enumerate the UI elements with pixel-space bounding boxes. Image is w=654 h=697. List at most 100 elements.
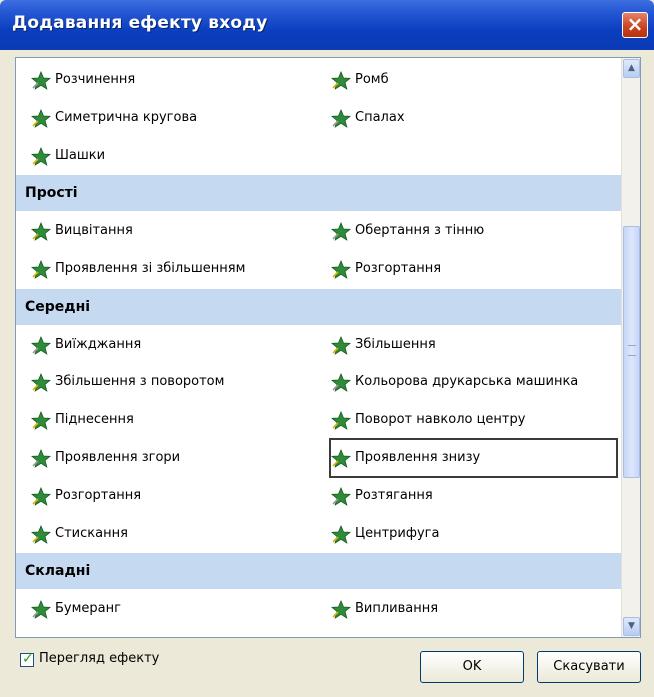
effect-star-icon: [330, 599, 352, 620]
effect-label: Центрифуга: [355, 525, 440, 541]
effect-star-icon: [330, 524, 352, 544]
effect-label: Симетрична кругова: [55, 109, 198, 125]
flash-star-icon: [330, 108, 352, 128]
effect-star-icon: [30, 448, 52, 468]
effect-label: Ромб: [355, 72, 389, 87]
list-row: Розгортання Розтягання: [16, 478, 621, 514]
effect-star-icon: [30, 524, 52, 544]
effect-item[interactable]: Ромб: [330, 62, 616, 98]
effect-label: Спалах: [355, 109, 405, 125]
effect-item[interactable]: Симетрична кругова: [30, 100, 316, 136]
split-star-icon: [30, 108, 52, 128]
effect-star-icon: [330, 221, 352, 242]
effect-label: Поворот навколо центру: [355, 412, 526, 428]
effect-label: Розчинення: [55, 72, 136, 87]
effect-item[interactable]: Проявлення зі збільшенням: [30, 251, 316, 287]
effect-star-icon: [330, 410, 352, 431]
effect-item[interactable]: Центрифуга: [330, 516, 616, 552]
effect-star-icon: [30, 335, 52, 355]
close-button[interactable]: ×: [622, 12, 648, 38]
effect-item[interactable]: Спалах: [330, 100, 616, 136]
list-row: Стискання Центрифуга: [16, 516, 621, 552]
list-row: Піднесення Поворот навколо центру: [16, 402, 621, 438]
effect-item[interactable]: Виїжджання: [30, 327, 316, 363]
effect-item[interactable]: Збільшення з поворотом: [30, 364, 316, 400]
list-row: Виїжджання Збільшення: [16, 327, 621, 363]
effect-item[interactable]: Проявлення згори: [30, 440, 316, 476]
effect-item[interactable]: Піднесення: [30, 402, 316, 438]
list-row: Розчинення Ромб: [16, 62, 621, 98]
effect-star-icon: [330, 259, 352, 279]
effect-item[interactable]: Бумеранг: [30, 591, 316, 627]
effect-label: Випливання: [355, 601, 439, 617]
category-header: Прості: [16, 175, 621, 212]
effect-label: Кольорова друкарська машинка: [355, 374, 579, 390]
effect-item[interactable]: Проявлення знизу: [329, 438, 618, 478]
preview-label[interactable]: Перегляд ефекту: [39, 651, 159, 666]
list-row: Бумеранг Випливання: [16, 591, 621, 627]
list-row: Проявлення згори Проявлення знизу: [16, 438, 621, 478]
effect-item[interactable]: Кольорова друкарська машинка: [330, 364, 616, 400]
add-entrance-effect-dialog: Додавання ефекту входу × ▲ ▼ Розчинення Р…: [0, 0, 654, 697]
list-row: Шашки: [16, 138, 621, 174]
effect-label: Розгортання: [55, 487, 142, 503]
effect-item[interactable]: Збільшення: [330, 327, 616, 363]
preview-checkbox[interactable]: ✓: [20, 651, 34, 667]
checkmark-icon: ✓: [22, 651, 34, 667]
dissolve-star-icon: [30, 70, 52, 90]
effect-item[interactable]: Розтягання: [330, 478, 616, 514]
close-icon: ×: [626, 12, 644, 36]
effect-label: Шашки: [55, 147, 106, 163]
category-header: Складні: [16, 553, 621, 590]
list-row: Вицвітання Обертання з тінню: [16, 213, 621, 249]
effect-label: Проявлення згори: [55, 450, 181, 465]
effect-label: Бумеранг: [55, 601, 121, 617]
list-row: Симетрична кругова Спалах: [16, 100, 621, 136]
diamond-star-icon: [330, 70, 352, 90]
effect-label: Проявлення зі збільшенням: [55, 261, 246, 276]
list-row: Проявлення зі збільшенням Розгортання: [16, 251, 621, 287]
ok-button[interactable]: OK: [420, 651, 524, 683]
checkerboard-star-icon: [30, 146, 52, 166]
effect-item[interactable]: Шашки: [30, 138, 316, 174]
effect-item[interactable]: Розгортання: [330, 251, 616, 287]
effects-list[interactable]: ▲ ▼ Розчинення Ромб Симетрична кругова Спал…: [15, 57, 641, 638]
effect-star-icon: [30, 259, 52, 279]
cancel-button[interactable]: Скасувати: [537, 651, 641, 683]
scroll-grip-icon: [628, 345, 636, 356]
effect-star-icon: [30, 410, 52, 431]
effect-star-icon: [30, 599, 52, 620]
effect-star-icon: [330, 372, 352, 393]
effect-item[interactable]: Розгортання: [30, 478, 316, 514]
effect-label: Розтягання: [355, 487, 433, 503]
list-row: Збільшення з поворотом Кольорова друкарсь…: [16, 364, 621, 400]
effect-star-icon: [330, 448, 352, 468]
effect-label: Розгортання: [355, 261, 442, 276]
title-bar[interactable]: Додавання ефекту входу ×: [0, 0, 654, 50]
vertical-scrollbar[interactable]: ▲ ▼: [621, 58, 640, 637]
effect-label: Виїжджання: [55, 336, 142, 352]
effect-item[interactable]: Вицвітання: [30, 213, 316, 249]
effect-star-icon: [30, 486, 52, 506]
effect-label: Стискання: [55, 525, 128, 541]
effect-item[interactable]: Випливання: [330, 591, 616, 627]
effect-star-icon: [330, 335, 352, 355]
effect-star-icon: [30, 372, 52, 393]
effect-label: Вицвітання: [55, 223, 133, 239]
scroll-down-button[interactable]: ▼: [623, 617, 640, 636]
effect-item[interactable]: Поворот навколо центру: [330, 402, 616, 438]
effect-label: Збільшення з поворотом: [55, 374, 225, 390]
effect-label: Збільшення: [355, 336, 436, 352]
effect-star-icon: [330, 486, 352, 506]
effect-star-icon: [30, 221, 52, 242]
dialog-title: Додавання ефекту входу: [12, 13, 268, 33]
effect-item[interactable]: Стискання: [30, 516, 316, 552]
effect-item[interactable]: Обертання з тінню: [330, 213, 616, 249]
category-header: Середні: [16, 288, 621, 325]
scroll-thumb[interactable]: [623, 226, 640, 478]
scroll-up-button[interactable]: ▲: [623, 59, 640, 78]
effect-label: Обертання з тінню: [355, 223, 485, 239]
effect-label: Проявлення знизу: [355, 450, 481, 465]
effect-label: Піднесення: [55, 412, 134, 428]
effect-item[interactable]: Розчинення: [30, 62, 316, 98]
